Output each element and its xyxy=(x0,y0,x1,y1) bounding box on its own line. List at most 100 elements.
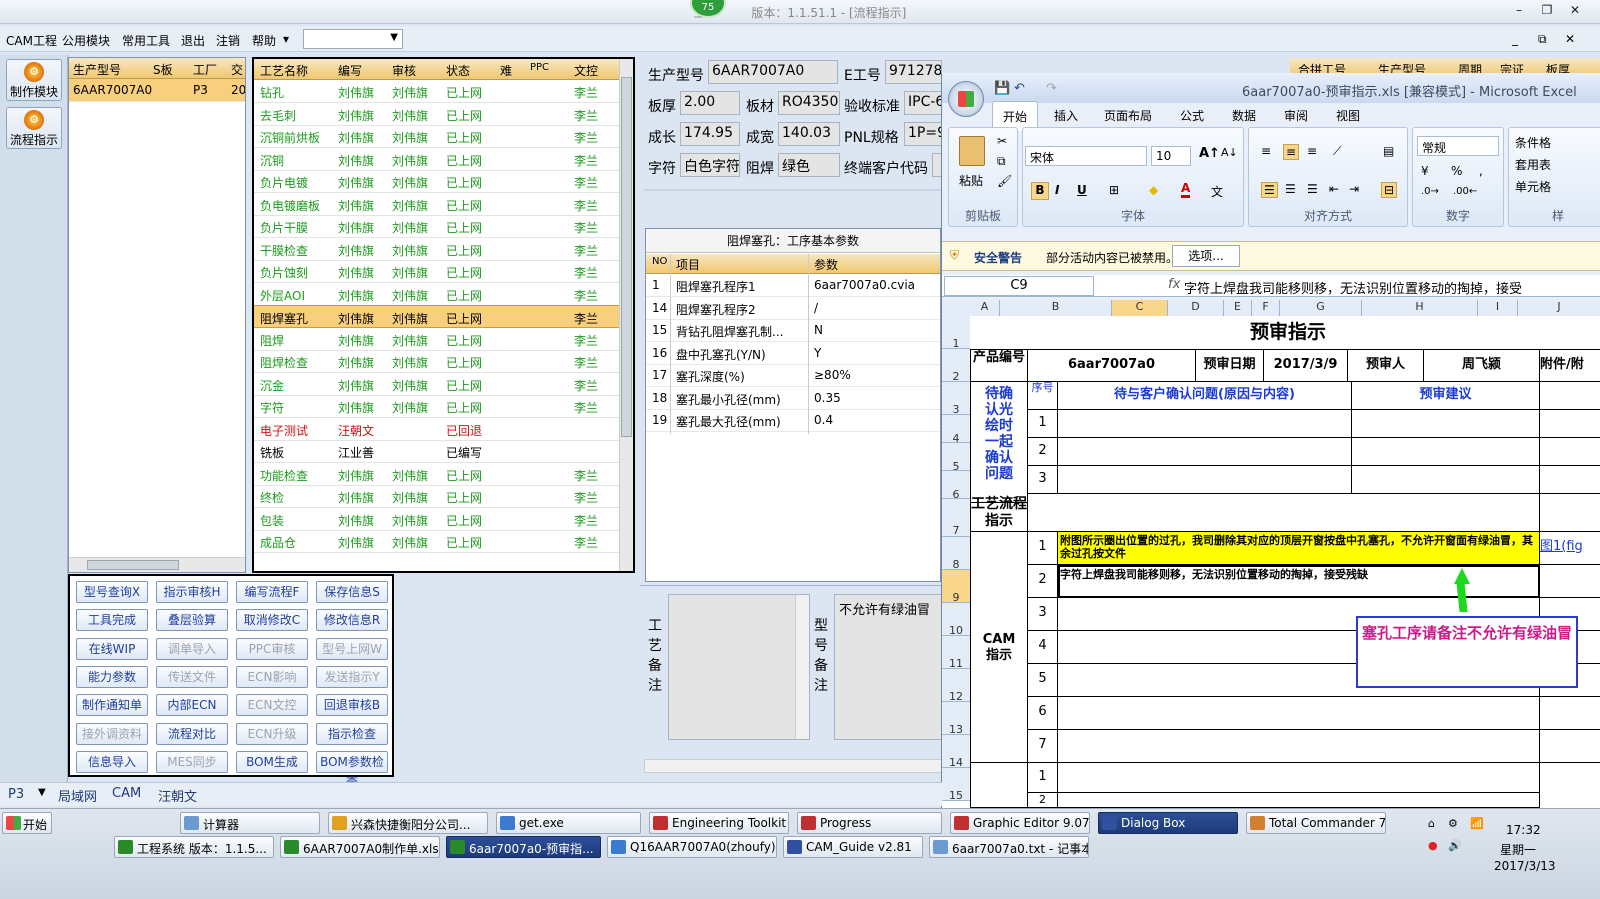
chevron-down-icon[interactable]: ▾ xyxy=(283,32,289,46)
column-header[interactable]: 编写 xyxy=(338,62,362,79)
row-header[interactable]: 6 xyxy=(942,471,970,501)
sheet-cell[interactable] xyxy=(970,763,1028,808)
row-header[interactable]: 8 xyxy=(942,537,970,571)
orientation-icon[interactable]: ⟋ xyxy=(1333,144,1341,159)
action-button[interactable]: 能力参数 xyxy=(76,665,148,688)
sheet-cell[interactable] xyxy=(1058,793,1540,808)
sheet-cell[interactable] xyxy=(1540,438,1600,466)
taskbar-item[interactable]: Dialog Box xyxy=(1098,812,1238,834)
side-label[interactable]: 待确认光绘时一起确认问题 xyxy=(970,382,1028,503)
taskbar-item[interactable]: Q16AAR7007A0(zhoufy)... xyxy=(607,836,777,858)
reviewer-value[interactable]: 周飞颍 xyxy=(1424,349,1540,382)
row-header[interactable]: 11 xyxy=(942,636,970,670)
taskbar-item[interactable]: Engineering Toolkit 9.... xyxy=(649,812,789,834)
column-header[interactable]: B xyxy=(1000,300,1112,316)
column-header[interactable]: J xyxy=(1518,300,1600,316)
row-header[interactable]: 4 xyxy=(942,415,970,445)
save-icon[interactable]: 💾 xyxy=(994,81,1010,96)
table-row[interactable]: 干膜检查 刘伟旗 刘伟旗 已上网 李兰 xyxy=(254,238,633,261)
sheet-cell[interactable] xyxy=(1540,410,1600,438)
tab-formulas[interactable]: 公式 xyxy=(1180,107,1204,124)
copy-icon[interactable]: ⧉ xyxy=(997,154,1006,169)
date-label[interactable]: 预审日期 xyxy=(1196,349,1264,382)
table-row[interactable]: 终检 刘伟旗 刘伟旗 已上网 李兰 xyxy=(254,485,633,508)
table-row[interactable]: 阻焊塞孔 刘伟旗 刘伟旗 已上网 李兰 xyxy=(254,305,633,328)
action-button[interactable]: 信息导入 xyxy=(76,750,148,773)
column-header[interactable]: G xyxy=(1280,300,1362,316)
cam-number[interactable]: 1 xyxy=(1028,532,1058,565)
suggest-cell[interactable] xyxy=(1352,410,1540,438)
question-number[interactable]: 3 xyxy=(1028,466,1058,494)
row-header[interactable]: 5 xyxy=(942,443,970,473)
model-remark-textarea[interactable]: 不允许有绿油冒 xyxy=(834,594,942,740)
fx-icon[interactable]: fx xyxy=(1168,277,1180,292)
action-button[interactable]: 型号查询X xyxy=(76,581,148,603)
table-row[interactable]: 成品仓 刘伟旗 刘伟旗 已上网 李兰 xyxy=(254,530,633,553)
column-header[interactable]: 文控 xyxy=(574,62,598,79)
status-tab-lan[interactable]: 局域网 xyxy=(58,786,97,805)
menu-exit[interactable]: 退出 xyxy=(181,32,205,49)
action-button[interactable]: MES同步 xyxy=(156,750,228,773)
tab-insert[interactable]: 插入 xyxy=(1054,107,1078,124)
action-button[interactable]: 回退审核B xyxy=(316,694,388,717)
param-row[interactable]: 14 阻焊塞孔程序2 / xyxy=(646,298,940,320)
scrollbar[interactable] xyxy=(795,595,809,739)
question-cell[interactable] xyxy=(1058,410,1352,438)
name-box[interactable]: C9 xyxy=(944,276,1094,296)
sheet-cell[interactable] xyxy=(1540,466,1600,494)
action-button[interactable]: ECN文控 xyxy=(236,694,308,717)
row-header[interactable]: 12 xyxy=(942,669,970,703)
scroll-thumb[interactable] xyxy=(87,560,179,570)
font-size-select[interactable]: 10 xyxy=(1151,146,1191,166)
table-row[interactable]: 电子测试 汪朝文 已回退 xyxy=(254,418,633,441)
row-header[interactable]: 3 xyxy=(942,382,970,416)
question-cell[interactable] xyxy=(1058,466,1352,494)
tab-review[interactable]: 审阅 xyxy=(1284,107,1308,124)
thickness-field[interactable]: 2.00 xyxy=(680,91,740,115)
action-button[interactable]: 叠层验算 xyxy=(156,609,228,632)
merge-center-icon[interactable]: ⊟ xyxy=(1381,182,1398,198)
column-header[interactable]: PPC xyxy=(530,62,549,73)
table-row[interactable]: 沉铜前烘板 刘伟旗 刘伟旗 已上网 李兰 xyxy=(254,125,633,148)
volume-icon[interactable]: 🔊 xyxy=(1448,839,1462,852)
phonetic-icon[interactable]: 文 xyxy=(1211,183,1223,200)
product-value[interactable]: 6aar7007a0 xyxy=(1028,349,1196,382)
column-header[interactable]: 难 xyxy=(500,62,512,79)
cam-label[interactable]: CAM指示 xyxy=(970,532,1028,763)
action-button[interactable]: 在线WIP xyxy=(76,637,148,660)
table-row[interactable]: 阻焊 刘伟旗 刘伟旗 已上网 李兰 xyxy=(254,328,633,351)
fill-color-icon[interactable]: ◆ xyxy=(1149,183,1158,197)
network-icon[interactable]: 📶 xyxy=(1470,817,1484,830)
action-button[interactable]: 型号上网W xyxy=(316,637,388,660)
param-row[interactable]: 18 塞孔最小孔径(mm) 0.35 xyxy=(646,388,940,410)
action-button[interactable]: 流程对比 xyxy=(156,722,228,745)
paste-icon[interactable] xyxy=(959,136,985,166)
cam-number[interactable]: 2 xyxy=(1028,793,1058,808)
shrink-font-icon[interactable]: A↓ xyxy=(1221,146,1238,159)
comma-icon[interactable]: , xyxy=(1479,164,1483,178)
param-row[interactable]: 19 塞孔最大孔径(mm) 0.4 xyxy=(646,410,940,432)
table-row[interactable]: 钻孔 刘伟旗 刘伟旗 已上网 李兰 xyxy=(254,80,633,103)
attachment-link[interactable]: 图1(fig xyxy=(1540,532,1600,565)
cam-number[interactable]: 4 xyxy=(1028,631,1058,664)
tray-icon[interactable]: ● xyxy=(1428,839,1438,852)
cell-styles-button[interactable]: 单元格 xyxy=(1515,178,1551,195)
column-header[interactable]: E xyxy=(1224,300,1252,316)
char-field[interactable]: 白色字符 xyxy=(680,153,740,177)
cam-number[interactable]: 7 xyxy=(1028,730,1058,763)
column-header[interactable]: A xyxy=(970,300,1000,316)
align-left-icon[interactable]: ☰ xyxy=(1261,182,1278,198)
flow-label[interactable]: 工艺流程指示 xyxy=(970,494,1028,532)
minimize-button[interactable]: – xyxy=(1510,3,1528,19)
security-options-button[interactable]: 选项... xyxy=(1172,245,1240,267)
sheet-cell[interactable] xyxy=(1058,763,1540,793)
table-row[interactable]: 负电镀磨板 刘伟旗 刘伟旗 已上网 李兰 xyxy=(254,193,633,216)
table-row[interactable]: 阻焊检查 刘伟旗 刘伟旗 已上网 李兰 xyxy=(254,350,633,373)
row-header[interactable]: 1 xyxy=(942,316,970,350)
mdi-restore-button[interactable]: ⧉ xyxy=(1538,32,1547,47)
seq-label[interactable]: 序号 xyxy=(1028,382,1058,410)
callout-box[interactable]: 塞孔工序请备注不允许有绿油冒 xyxy=(1356,616,1578,688)
row-header[interactable]: 2 xyxy=(942,349,970,383)
sheet-cell[interactable] xyxy=(1540,565,1600,598)
conditional-format-button[interactable]: 条件格 xyxy=(1515,134,1551,151)
